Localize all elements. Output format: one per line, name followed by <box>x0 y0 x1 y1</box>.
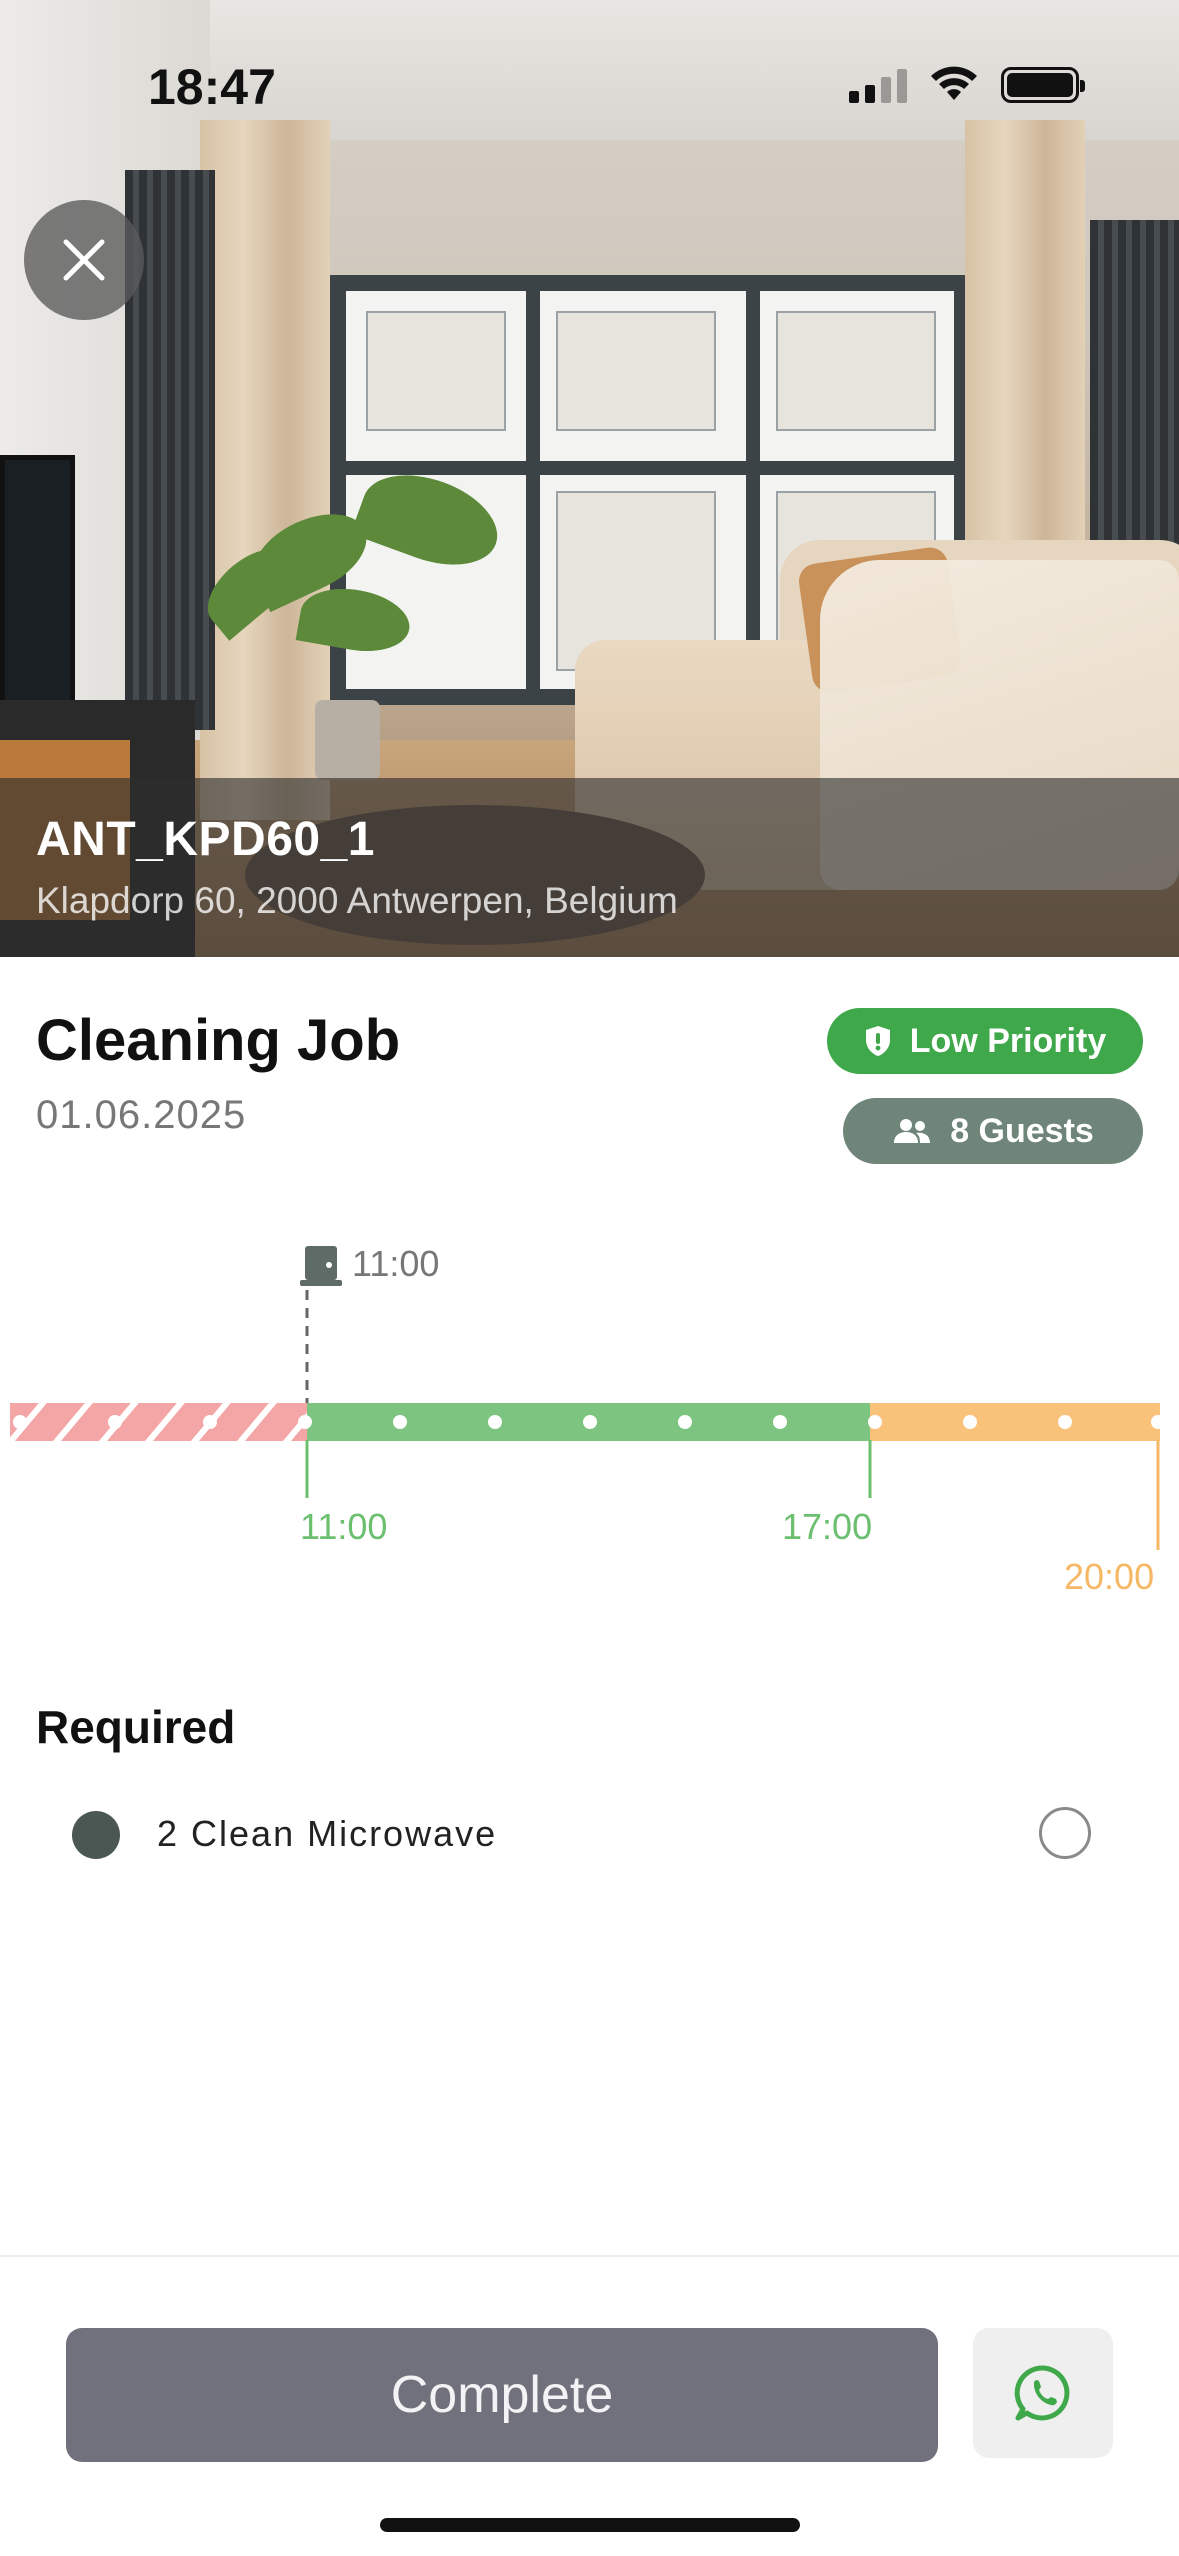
people-icon <box>894 1119 931 1143</box>
complete-button[interactable]: Complete <box>66 2328 938 2462</box>
cellular-signal-icon <box>849 67 907 103</box>
wifi-icon <box>931 66 977 100</box>
shield-icon <box>865 1026 890 1056</box>
cleaning-timeline: 11:00 11:00 17:00 20:00 <box>0 1230 1179 1630</box>
close-button[interactable] <box>24 200 144 320</box>
property-code: ANT_KPD60_1 <box>36 813 375 866</box>
status-icons <box>849 66 1085 104</box>
task-label: 2 Clean Microwave <box>157 1813 498 1854</box>
property-address: Klapdorp 60, 2000 Antwerpen, Belgium <box>36 880 678 921</box>
door-icon <box>300 1246 342 1286</box>
priority-label: Low Priority <box>909 1021 1107 1060</box>
footer-divider <box>0 2255 1179 2257</box>
window-end-label: 17:00 <box>782 1506 872 1547</box>
checkout-marker <box>300 1246 342 1406</box>
home-indicator <box>380 2518 800 2532</box>
job-title: Cleaning Job <box>36 1008 401 1073</box>
window-start-label: 11:00 <box>300 1506 387 1547</box>
status-time: 18:47 <box>148 59 276 115</box>
close-icon <box>63 239 105 281</box>
checkout-time: 11:00 <box>352 1243 439 1284</box>
required-section-title: Required <box>36 1701 236 1753</box>
guests-label: 8 Guests <box>950 1111 1094 1150</box>
battery-icon <box>1001 67 1085 103</box>
whatsapp-icon <box>1014 2365 1070 2421</box>
task-status-dot <box>72 1811 120 1859</box>
task-row: 2 Clean Microwave <box>36 1795 1143 1875</box>
whatsapp-button[interactable] <box>973 2328 1113 2458</box>
guests-badge: 8 Guests <box>843 1098 1143 1164</box>
checkin-label: 20:00 <box>1064 1556 1154 1597</box>
job-date: 01.06.2025 <box>36 1093 247 1137</box>
pre-checkin-segment <box>870 1403 1160 1441</box>
task-checkbox[interactable] <box>1039 1807 1091 1859</box>
blocked-segment <box>10 1403 307 1441</box>
priority-badge: Low Priority <box>827 1008 1143 1074</box>
